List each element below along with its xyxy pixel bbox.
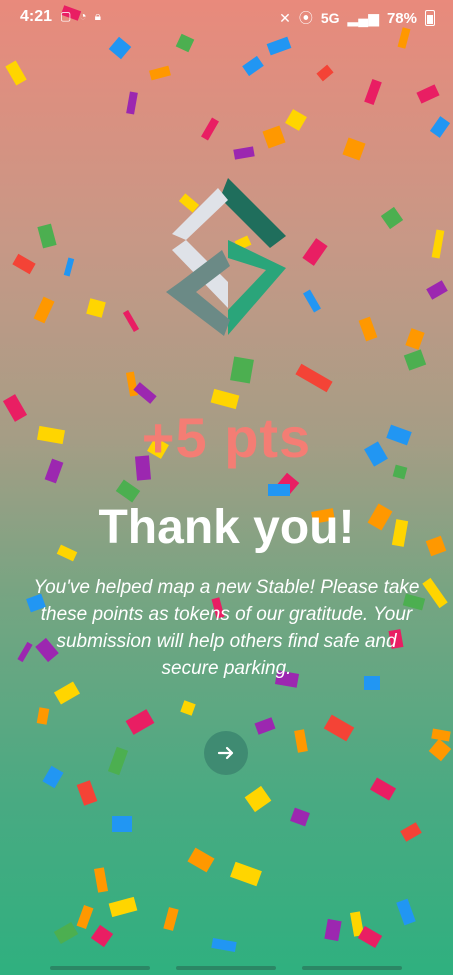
status-bar: 4:21 ▢ ◔ 🔒︎ ✕ ⦿ 5G ▂▄▆ 78% (0, 0, 453, 34)
location-icon: ⦿ (298, 10, 313, 26)
nav-recent-handle[interactable] (50, 966, 150, 970)
network-label: 5G (320, 10, 340, 26)
nav-home-handle[interactable] (176, 966, 276, 970)
status-right-icons: ✕ ⦿ 5G ▂▄▆ 78% (279, 8, 435, 28)
wifi-icon: ◔ (79, 9, 87, 23)
lock-icon: 🔒︎ (94, 9, 101, 23)
system-nav-bar (0, 961, 453, 975)
battery-icon (425, 10, 435, 26)
nav-back-handle[interactable] (302, 966, 402, 970)
battery-percent: 78% (386, 9, 417, 27)
screenshot-icon: ▢ (60, 9, 72, 23)
thank-you-message: You've helped map a new Stable! Please t… (33, 577, 420, 679)
status-time: 4:21 (20, 8, 53, 25)
arrow-right-icon (217, 746, 234, 760)
page-title: Thank you! (98, 501, 355, 554)
signal-icon: ▂▄▆ (347, 9, 379, 26)
app-logo-icon (166, 178, 286, 336)
confetti-layer (2, 5, 452, 953)
mute-icon: ✕ (279, 9, 291, 26)
confetti-pieces (2, 5, 452, 953)
status-left-icons: ▢ ◔ 🔒︎ (60, 9, 101, 24)
points-earned: +5 pts (141, 406, 312, 469)
next-button[interactable] (204, 731, 248, 775)
